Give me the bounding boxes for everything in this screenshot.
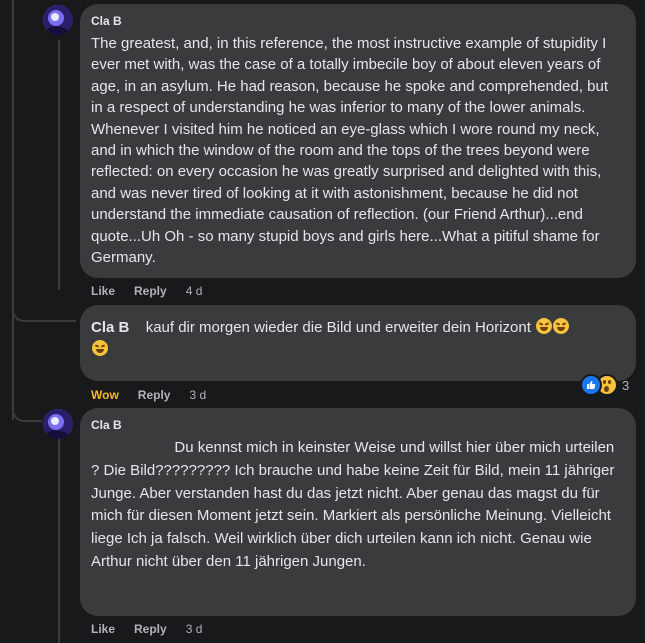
reply-button[interactable]: Reply — [134, 284, 167, 298]
reply-button[interactable]: Reply — [134, 622, 167, 636]
comment-bubble: Cla B kauf dir morgen wieder die Bild un… — [80, 305, 636, 381]
reaction-count: 3 — [622, 377, 630, 393]
comment-thread: Cla B The greatest, and, in this referen… — [0, 0, 645, 643]
comment-timestamp[interactable]: 3 d — [186, 622, 203, 636]
thread-connector — [12, 290, 76, 322]
comment-timestamp[interactable]: 4 d — [186, 284, 203, 298]
avatar[interactable] — [43, 409, 73, 439]
comment-text: The greatest, and, in this reference, th… — [91, 35, 613, 267]
comment-timestamp[interactable]: 3 d — [189, 388, 206, 402]
thread-line — [12, 0, 14, 320]
rofl-emoji-icon — [536, 318, 553, 334]
thread-line — [58, 40, 60, 290]
reaction-summary[interactable]: 3 — [580, 374, 630, 396]
reply-button[interactable]: Reply — [138, 388, 171, 402]
rofl-emoji-icon — [553, 318, 570, 334]
comment-text: kauf dir morgen wieder die Bild und erwe… — [145, 319, 531, 336]
comment-author[interactable]: Cla B — [91, 418, 624, 432]
comment-content: Cla B kauf dir morgen wieder die Bild un… — [91, 317, 616, 361]
comment-bubble: Cla B Du kennst mich in keinster Weise u… — [80, 408, 636, 616]
thread-line — [58, 436, 60, 643]
like-button[interactable]: Like — [91, 284, 115, 298]
comment-bubble: Cla B The greatest, and, in this referen… — [80, 4, 636, 278]
avatar[interactable] — [43, 5, 73, 35]
wow-reaction-button[interactable]: Wow — [91, 388, 119, 402]
comment-text: Du kennst mich in keinster Weise und wil… — [91, 439, 619, 570]
like-button[interactable]: Like — [91, 622, 115, 636]
comment-actions: Like Reply 4 d — [91, 284, 202, 298]
comment-author[interactable]: Cla B — [91, 319, 129, 336]
rofl-emoji-icon — [92, 340, 108, 356]
thread-connector — [12, 400, 42, 422]
comment-actions: Like Reply 3 d — [91, 622, 202, 636]
comment-actions: Wow Reply 3 d — [91, 388, 206, 402]
comment-author[interactable]: Cla B — [91, 14, 624, 28]
like-reaction-icon — [580, 374, 602, 396]
